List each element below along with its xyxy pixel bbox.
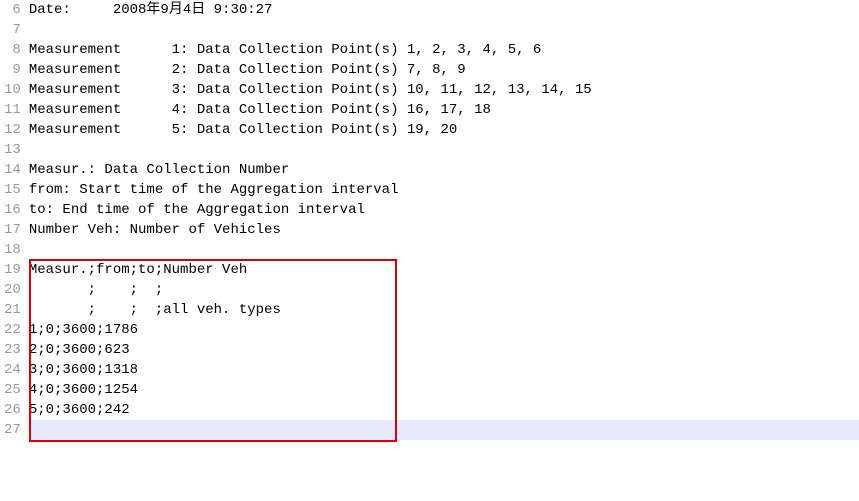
code-line[interactable] [29,20,859,40]
line-number: 21 [4,300,21,320]
editor-content[interactable]: Date: 2008年9月4日 9:30:27 Measurement 1: Da… [29,0,859,501]
line-number: 26 [4,400,21,420]
line-number: 27 [4,420,21,440]
line-number: 23 [4,340,21,360]
line-number-gutter: 6789101112131415161718192021222324252627 [0,0,29,501]
code-line[interactable]: Number Veh: Number of Vehicles [29,220,859,240]
code-editor[interactable]: 6789101112131415161718192021222324252627… [0,0,859,501]
line-number: 11 [4,100,21,120]
line-number: 13 [4,140,21,160]
code-line[interactable]: from: Start time of the Aggregation inte… [29,180,859,200]
code-line[interactable]: Measurement 5: Data Collection Point(s) … [29,120,859,140]
code-line[interactable]: Measurement 4: Data Collection Point(s) … [29,100,859,120]
line-number: 19 [4,260,21,280]
code-line[interactable]: 3;0;3600;1318 [29,360,859,380]
line-number: 10 [4,80,21,100]
line-number: 24 [4,360,21,380]
code-line[interactable] [29,420,859,440]
line-number: 18 [4,240,21,260]
code-line[interactable]: Measurement 3: Data Collection Point(s) … [29,80,859,100]
code-line[interactable]: ; ; ;all veh. types [29,300,859,320]
line-number: 25 [4,380,21,400]
code-line[interactable]: 5;0;3600;242 [29,400,859,420]
code-line[interactable] [29,140,859,160]
code-line[interactable]: ; ; ; [29,280,859,300]
code-line[interactable]: Measurement 2: Data Collection Point(s) … [29,60,859,80]
line-number: 7 [4,20,21,40]
code-line[interactable]: Date: 2008年9月4日 9:30:27 [29,0,859,20]
line-number: 16 [4,200,21,220]
code-line[interactable]: Measurement 1: Data Collection Point(s) … [29,40,859,60]
code-line[interactable]: 4;0;3600;1254 [29,380,859,400]
line-number: 22 [4,320,21,340]
line-number: 14 [4,160,21,180]
line-number: 17 [4,220,21,240]
line-number: 12 [4,120,21,140]
line-number: 6 [4,0,21,20]
code-line[interactable]: Measur.: Data Collection Number [29,160,859,180]
line-number: 20 [4,280,21,300]
code-line[interactable]: to: End time of the Aggregation interval [29,200,859,220]
code-line[interactable]: 2;0;3600;623 [29,340,859,360]
code-line[interactable] [29,240,859,260]
line-number: 9 [4,60,21,80]
line-number: 15 [4,180,21,200]
code-line[interactable]: Measur.;from;to;Number Veh [29,260,859,280]
line-number: 8 [4,40,21,60]
code-line[interactable]: 1;0;3600;1786 [29,320,859,340]
